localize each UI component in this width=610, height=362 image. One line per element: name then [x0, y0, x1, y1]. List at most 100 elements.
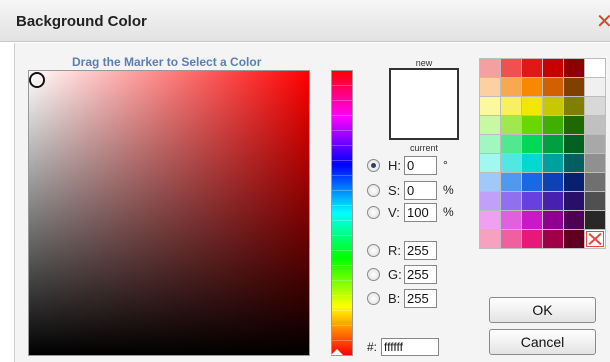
palette-swatch[interactable] — [585, 211, 605, 229]
palette-swatch[interactable] — [480, 230, 500, 248]
palette-swatch[interactable] — [564, 230, 584, 248]
palette-swatch[interactable] — [543, 78, 563, 96]
red-label: R: — [388, 242, 401, 258]
palette-swatch[interactable] — [522, 135, 542, 153]
palette-swatch[interactable] — [564, 135, 584, 153]
palette-swatch[interactable] — [480, 154, 500, 172]
palette-swatch[interactable] — [522, 59, 542, 77]
palette-swatch[interactable] — [480, 192, 500, 210]
hue-slider-bands — [332, 71, 352, 355]
palette-swatch[interactable] — [585, 154, 605, 172]
hue-input[interactable] — [404, 155, 437, 175]
value-input[interactable] — [404, 202, 437, 222]
saturation-value-area[interactable] — [28, 70, 310, 356]
red-radio[interactable] — [367, 243, 380, 257]
palette-swatch[interactable] — [522, 192, 542, 210]
color-preview-swatch — [389, 68, 459, 140]
palette-swatch[interactable] — [564, 211, 584, 229]
palette-swatch[interactable] — [501, 78, 521, 96]
palette-swatch[interactable] — [501, 97, 521, 115]
saturation-input[interactable] — [404, 180, 437, 200]
blue-input[interactable] — [404, 288, 437, 308]
palette-swatch[interactable] — [543, 97, 563, 115]
palette-swatch[interactable] — [585, 97, 605, 115]
green-label: G: — [388, 266, 402, 282]
palette-swatch[interactable] — [480, 211, 500, 229]
palette-swatch[interactable] — [501, 154, 521, 172]
red-field-row: R: — [367, 240, 437, 260]
palette-swatch[interactable] — [543, 116, 563, 134]
value-field-row: V: % — [367, 202, 454, 222]
palette-swatch[interactable] — [522, 97, 542, 115]
green-field-row: G: — [367, 264, 437, 284]
hex-field-row: #: — [367, 338, 440, 356]
dialog-titlebar: Background Color ✕ — [0, 0, 610, 42]
palette-swatch[interactable] — [522, 230, 542, 248]
saturation-radio[interactable] — [367, 183, 380, 197]
value-radio[interactable] — [367, 205, 380, 219]
red-input[interactable] — [404, 240, 437, 260]
hex-input[interactable] — [381, 338, 440, 356]
palette-swatch[interactable] — [543, 192, 563, 210]
palette-swatch[interactable] — [543, 230, 563, 248]
palette-swatch[interactable] — [480, 78, 500, 96]
green-input[interactable] — [404, 264, 437, 284]
no-color-swatch[interactable] — [585, 230, 605, 248]
palette-swatch[interactable] — [480, 116, 500, 134]
palette-swatch[interactable] — [564, 97, 584, 115]
palette-swatch[interactable] — [501, 173, 521, 191]
ok-button[interactable]: OK — [489, 297, 596, 323]
palette-swatch[interactable] — [522, 154, 542, 172]
palette-swatch[interactable] — [543, 154, 563, 172]
palette-swatch[interactable] — [501, 192, 521, 210]
hue-label: H: — [388, 157, 401, 173]
hex-label: #: — [367, 340, 378, 354]
value-label: V: — [388, 204, 400, 220]
color-marker[interactable] — [29, 72, 45, 88]
hue-slider-arrow-icon[interactable] — [331, 349, 343, 355]
palette-swatch[interactable] — [564, 173, 584, 191]
palette-swatch[interactable] — [564, 116, 584, 134]
palette-swatch[interactable] — [501, 116, 521, 134]
blue-radio[interactable] — [367, 291, 380, 305]
palette-swatch[interactable] — [501, 230, 521, 248]
hue-field-row: H: ° — [367, 155, 448, 175]
saturation-label: S: — [388, 182, 401, 198]
palette-swatch[interactable] — [522, 211, 542, 229]
palette-swatch[interactable] — [501, 211, 521, 229]
palette-swatch[interactable] — [585, 59, 605, 77]
palette-swatch[interactable] — [585, 135, 605, 153]
hue-unit: ° — [443, 158, 448, 172]
palette-swatch[interactable] — [480, 173, 500, 191]
hue-slider[interactable] — [331, 70, 353, 356]
palette-swatch[interactable] — [501, 135, 521, 153]
palette-swatch[interactable] — [522, 173, 542, 191]
palette-swatch[interactable] — [522, 116, 542, 134]
palette-swatch[interactable] — [543, 173, 563, 191]
palette-swatch[interactable] — [585, 116, 605, 134]
palette-swatch[interactable] — [564, 192, 584, 210]
palette-swatch[interactable] — [480, 97, 500, 115]
palette-swatch[interactable] — [543, 59, 563, 77]
palette-swatch[interactable] — [585, 173, 605, 191]
palette-swatch[interactable] — [543, 211, 563, 229]
palette-swatch[interactable] — [585, 192, 605, 210]
hue-radio[interactable] — [367, 158, 380, 172]
cancel-button[interactable]: Cancel — [489, 329, 596, 355]
palette-swatch[interactable] — [564, 78, 584, 96]
dialog-title: Background Color — [16, 13, 147, 30]
palette-swatch[interactable] — [543, 135, 563, 153]
close-icon[interactable]: ✕ — [596, 9, 610, 33]
blue-label: B: — [388, 290, 401, 306]
green-radio[interactable] — [367, 267, 380, 281]
palette-swatch[interactable] — [564, 154, 584, 172]
palette-swatch[interactable] — [522, 78, 542, 96]
palette-swatch[interactable] — [480, 59, 500, 77]
value-unit: % — [443, 205, 454, 219]
color-palette-grid — [479, 58, 606, 249]
palette-swatch[interactable] — [564, 59, 584, 77]
palette-swatch[interactable] — [585, 78, 605, 96]
saturation-unit: % — [443, 183, 454, 197]
palette-swatch[interactable] — [480, 135, 500, 153]
palette-swatch[interactable] — [501, 59, 521, 77]
